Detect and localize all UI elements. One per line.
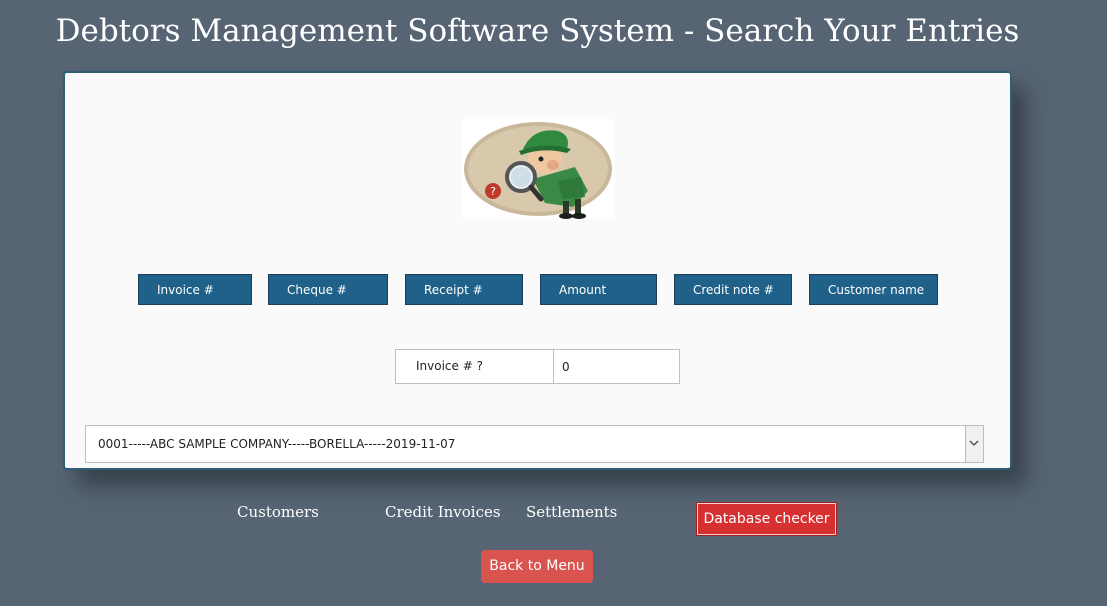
search-panel: ? Invoice # Cheque # Receipt # Amount Cr…	[63, 71, 1012, 470]
chevron-down-icon	[969, 440, 979, 446]
select-dropdown-arrow[interactable]	[965, 426, 983, 462]
database-checker-button[interactable]: Database checker	[696, 502, 837, 536]
receipt-search-button[interactable]: Receipt #	[405, 274, 523, 305]
settlements-link[interactable]: Settlements	[526, 503, 617, 521]
credit-note-search-button[interactable]: Credit note #	[674, 274, 792, 305]
invoice-query-label: Invoice # ?	[395, 349, 554, 384]
result-select-value: 0001-----ABC SAMPLE COMPANY-----BORELLA-…	[98, 437, 456, 451]
detective-magnifier-image: ?	[463, 119, 614, 219]
result-select[interactable]: 0001-----ABC SAMPLE COMPANY-----BORELLA-…	[85, 425, 984, 463]
page-title: Debtors Management Software System - Sea…	[55, 13, 1020, 49]
invoice-query-input[interactable]	[553, 349, 680, 384]
amount-search-button[interactable]: Amount	[540, 274, 657, 305]
back-to-menu-button[interactable]: Back to Menu	[481, 550, 593, 583]
detective-icon: ?	[464, 122, 612, 219]
invoice-search-button[interactable]: Invoice #	[138, 274, 252, 305]
cheque-search-button[interactable]: Cheque #	[268, 274, 388, 305]
credit-invoices-link[interactable]: Credit Invoices	[385, 503, 501, 521]
customers-link[interactable]: Customers	[237, 503, 319, 521]
customer-name-search-button[interactable]: Customer name	[809, 274, 938, 305]
svg-text:?: ?	[490, 185, 496, 198]
